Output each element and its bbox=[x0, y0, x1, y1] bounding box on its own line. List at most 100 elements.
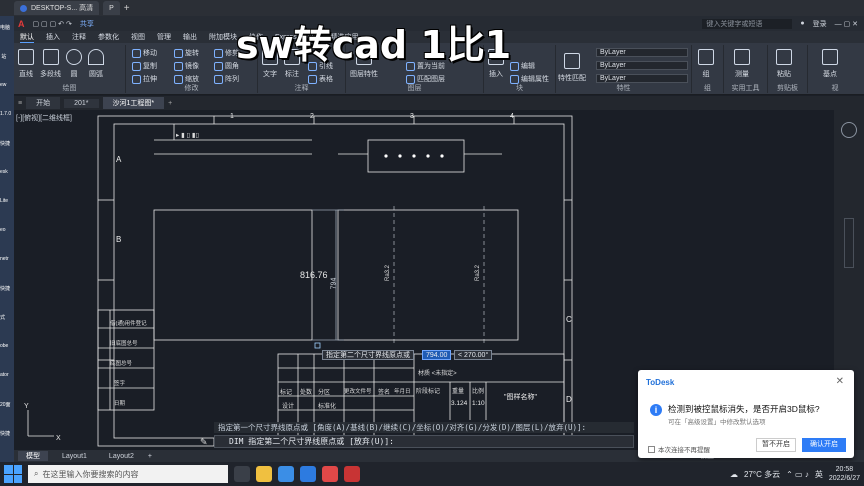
tab-addins[interactable]: 附加模块 bbox=[209, 32, 237, 42]
edit-block-button[interactable]: 编辑 bbox=[510, 61, 535, 71]
weather-icon[interactable]: ☁ bbox=[730, 470, 738, 479]
new-tab-icon[interactable]: + bbox=[168, 100, 172, 107]
desktop-icon-label[interactable]: 站 bbox=[0, 53, 14, 60]
match-properties-button[interactable]: 特性匹配 bbox=[558, 53, 586, 83]
confirm-button[interactable]: 确认开启 bbox=[802, 438, 846, 452]
trim-icon bbox=[214, 48, 223, 58]
group-label[interactable]: 块 bbox=[484, 83, 555, 93]
desktop-icon-label[interactable]: 20面 bbox=[0, 401, 14, 408]
group-label[interactable]: 视 bbox=[808, 83, 862, 93]
group-label[interactable]: 注释 bbox=[258, 83, 345, 93]
grip-marker[interactable] bbox=[314, 342, 321, 349]
task-view-icon[interactable] bbox=[234, 466, 250, 482]
tab-parametric[interactable]: 参数化 bbox=[98, 32, 119, 42]
group-label[interactable]: 剪贴板 bbox=[768, 83, 807, 93]
browser-tab[interactable]: P bbox=[103, 1, 120, 15]
app-icon[interactable] bbox=[300, 466, 316, 482]
window-controls[interactable]: — ▢ ✕ bbox=[835, 20, 858, 28]
desktop-icon-label[interactable]: 式 bbox=[0, 314, 14, 321]
user-icon[interactable]: ● bbox=[800, 20, 804, 27]
mirror-button[interactable]: 镜像 bbox=[174, 61, 199, 71]
tab-layout2[interactable]: Layout2 bbox=[101, 453, 142, 460]
clock[interactable]: 20:58 2022/6/27 bbox=[829, 465, 860, 483]
tab-insert[interactable]: 插入 bbox=[46, 32, 60, 42]
move-button[interactable]: 移动 bbox=[132, 48, 157, 58]
arc-button[interactable]: 圆弧 bbox=[88, 49, 104, 79]
material-label: 材质 <未指定> bbox=[418, 371, 457, 377]
paste-button[interactable]: 粘贴 bbox=[776, 49, 792, 79]
surface-note: Ra3.2 bbox=[385, 264, 392, 282]
color-select[interactable]: ByLayer bbox=[596, 48, 688, 57]
autocad-logo-icon[interactable]: A bbox=[18, 19, 25, 29]
nav-tools[interactable] bbox=[844, 218, 854, 268]
autocad-icon[interactable] bbox=[344, 466, 360, 482]
tab-output[interactable]: 输出 bbox=[183, 32, 197, 42]
desktop-icon-label[interactable]: ator bbox=[0, 372, 14, 378]
polyline-button[interactable]: 多段线 bbox=[40, 49, 61, 79]
desktop-icon-label[interactable]: 快捷 bbox=[0, 430, 14, 437]
rotate-button[interactable]: 旋转 bbox=[174, 48, 199, 58]
dynamic-angle-input[interactable]: < 270.00° bbox=[454, 350, 493, 360]
file-explorer-icon[interactable] bbox=[256, 466, 272, 482]
windows-start-icon[interactable] bbox=[4, 465, 22, 483]
dimension-text[interactable]: 816.76 bbox=[300, 270, 328, 280]
tab-doc-drawing[interactable]: 沙河1工程图* bbox=[102, 97, 165, 109]
lineweight-select[interactable]: ByLayer bbox=[596, 74, 688, 83]
decline-button[interactable]: 暂不开启 bbox=[756, 438, 796, 452]
line-button[interactable]: 直线 bbox=[18, 49, 34, 79]
close-icon[interactable]: ✕ bbox=[836, 376, 844, 387]
desktop-icon-label[interactable]: esk bbox=[0, 169, 14, 175]
quick-access-icons[interactable]: ▢ ▢ ▢ ↶ ↷ bbox=[33, 20, 72, 28]
search-input[interactable]: 键入关键字或短语 bbox=[702, 18, 793, 29]
new-tab-icon[interactable]: + bbox=[124, 3, 130, 14]
desktop-icon-label[interactable]: 快捷 bbox=[0, 285, 14, 292]
desktop-icon-label[interactable]: eo bbox=[0, 227, 14, 233]
ime-indicator[interactable]: 英 bbox=[815, 469, 823, 480]
menu-icon[interactable]: ≡ bbox=[18, 100, 22, 107]
tab-view[interactable]: 视图 bbox=[131, 32, 145, 42]
dont-remind-checkbox[interactable]: 本次连接不再提醒 bbox=[648, 444, 710, 454]
tab-default[interactable]: 默认 bbox=[20, 32, 34, 43]
rotate-icon bbox=[174, 48, 183, 58]
dynamic-distance-input[interactable]: 794.00 bbox=[422, 350, 452, 360]
measure-button[interactable]: 测量 bbox=[734, 49, 750, 79]
desktop-icon-label[interactable]: 电脑 bbox=[0, 24, 14, 31]
desktop-icon-label[interactable]: ew bbox=[0, 82, 14, 88]
group-label[interactable]: 实用工具 bbox=[724, 83, 767, 93]
edge-icon[interactable] bbox=[278, 466, 294, 482]
group-label[interactable]: 图层 bbox=[346, 83, 483, 93]
group-label[interactable]: 绘图 bbox=[14, 83, 125, 93]
tab-start[interactable]: 开始 bbox=[26, 97, 61, 109]
tab-annotate[interactable]: 注释 bbox=[72, 32, 86, 42]
app-icon[interactable] bbox=[322, 466, 338, 482]
view-cube-icon[interactable] bbox=[841, 122, 857, 138]
group-label[interactable]: 组 bbox=[692, 83, 723, 93]
linetype-select[interactable]: ByLayer bbox=[596, 61, 688, 70]
group-button[interactable]: 组 bbox=[698, 49, 714, 79]
group-label[interactable]: 特性 bbox=[556, 83, 691, 93]
command-line-input[interactable]: DIM 指定第二个尺寸界线原点或 [放弃(U)]: bbox=[214, 435, 634, 448]
tab-manage[interactable]: 管理 bbox=[157, 32, 171, 42]
tab-doc-201[interactable]: 201* bbox=[64, 98, 99, 108]
weather-text[interactable]: 27°C 多云 bbox=[744, 469, 780, 480]
title-cell: 标记 bbox=[280, 390, 293, 396]
taskbar-search-input[interactable]: ⌕ 在这里输入你要搜索的内容 bbox=[28, 465, 228, 483]
wrench-icon[interactable]: ✎ bbox=[200, 437, 208, 448]
browser-tab[interactable]: DESKTOP-S... 高清 bbox=[14, 1, 100, 15]
desktop-icon-label[interactable]: netr bbox=[0, 256, 14, 262]
tab-layout1[interactable]: Layout1 bbox=[54, 453, 95, 460]
desktop-icon-label[interactable]: 快捷 bbox=[0, 140, 14, 147]
group-label[interactable]: 修改 bbox=[126, 83, 257, 93]
login-link[interactable]: 登录 bbox=[813, 19, 827, 29]
copy-button[interactable]: 复制 bbox=[132, 61, 157, 71]
desktop-icon-label[interactable]: obe bbox=[0, 343, 14, 349]
circle-button[interactable]: 圆 bbox=[66, 49, 82, 79]
viewport-controls[interactable]: [-][俯视][二维线框] bbox=[16, 113, 72, 123]
desktop-icon-label[interactable]: Lite bbox=[0, 198, 14, 204]
tray-icons[interactable]: ⌃ ▭ ♪ bbox=[786, 470, 809, 479]
add-layout-icon[interactable]: + bbox=[148, 453, 152, 460]
base-point-button[interactable]: 基点 bbox=[822, 49, 838, 79]
desktop-icon-label[interactable]: 1.7.0 bbox=[0, 111, 14, 117]
tab-model[interactable]: 模型 bbox=[18, 451, 48, 461]
share-button[interactable]: 共享 bbox=[80, 19, 94, 29]
